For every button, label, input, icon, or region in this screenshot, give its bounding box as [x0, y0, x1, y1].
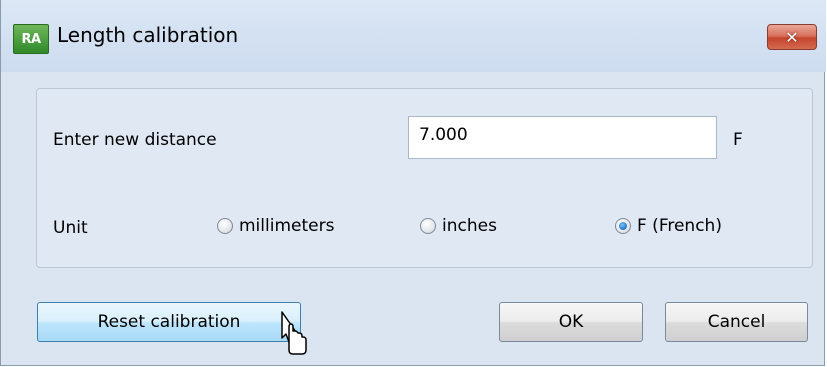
distance-unit-suffix: F — [733, 130, 743, 150]
reset-calibration-button[interactable]: Reset calibration — [37, 302, 301, 342]
radio-button-icon — [217, 218, 233, 234]
dialog-title: Length calibration — [57, 23, 239, 47]
ok-button[interactable]: OK — [499, 302, 643, 342]
unit-label: Unit — [53, 218, 88, 238]
title-bar: RA Length calibration ✕ — [1, 0, 826, 72]
close-button[interactable]: ✕ — [767, 24, 817, 50]
close-icon: ✕ — [785, 27, 799, 47]
cancel-button[interactable]: Cancel — [665, 302, 808, 342]
calibration-group — [36, 88, 813, 268]
radio-french[interactable]: F (French) — [615, 216, 722, 236]
length-calibration-dialog: RA Length calibration ✕ Enter new distan… — [0, 0, 826, 366]
radio-french-label: F (French) — [637, 216, 722, 236]
distance-input[interactable]: 7.000 — [408, 116, 717, 159]
radio-inches[interactable]: inches — [420, 216, 497, 236]
radio-millimeters-label: millimeters — [239, 216, 335, 236]
distance-label: Enter new distance — [53, 130, 217, 150]
radio-button-selected-icon — [615, 218, 631, 234]
app-logo-icon: RA — [13, 24, 49, 54]
radio-button-icon — [420, 218, 436, 234]
radio-millimeters[interactable]: millimeters — [217, 216, 334, 236]
mouse-pointer-icon — [281, 311, 307, 355]
radio-inches-label: inches — [442, 216, 497, 236]
